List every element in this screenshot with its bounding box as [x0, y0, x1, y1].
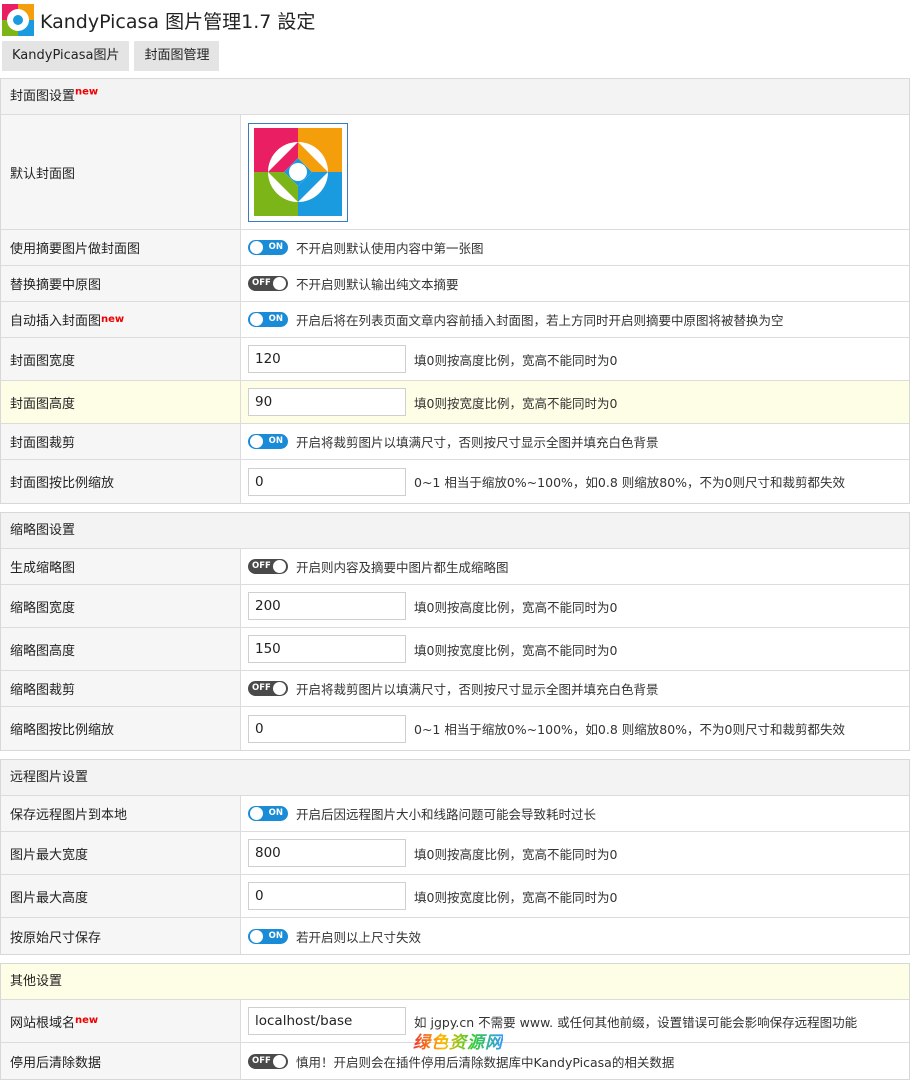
use-excerpt-row: 使用摘要图片做封面图 ON 不开启则默认使用内容中第一张图: [1, 230, 909, 266]
setting-label: 封面图裁剪: [1, 424, 241, 459]
setting-label: 封面图按比例缩放: [1, 460, 241, 503]
setting-label: 缩略图裁剪: [1, 671, 241, 706]
thumb-width-row: 缩略图宽度 填0则按高度比例，宽高不能同时为0: [1, 585, 909, 628]
setting-label: 保存远程图片到本地: [1, 796, 241, 831]
thumb-crop-row: 缩略图裁剪 OFF 开启将裁剪图片以填满尺寸，否则按尺寸显示全图并填充白色背景: [1, 671, 909, 707]
cover-crop-row: 封面图裁剪 ON 开启将裁剪图片以填满尺寸，否则按尺寸显示全图并填充白色背景: [1, 424, 909, 460]
cover-height-row: 封面图高度 填0则按宽度比例，宽高不能同时为0: [1, 381, 909, 424]
use-excerpt-toggle[interactable]: ON: [248, 240, 288, 255]
cover-scale-input[interactable]: [248, 467, 406, 496]
max-height-input[interactable]: [248, 882, 406, 910]
thumb-height-row: 缩略图高度 填0则按宽度比例，宽高不能同时为0: [1, 628, 909, 671]
setting-label: 使用摘要图片做封面图: [1, 230, 241, 265]
thumb-scale-input[interactable]: [248, 714, 406, 743]
replace-excerpt-row: 替换摘要中原图 OFF 不开启则默认输出纯文本摘要: [1, 266, 909, 302]
auto-insert-row: 自动插入封面图 new ON 开启后将在列表页面文章内容前插入封面图，若上方同时开…: [1, 302, 909, 338]
tab-cover-management[interactable]: 封面图管理: [134, 41, 220, 71]
setting-label: 缩略图按比例缩放: [1, 707, 241, 750]
setting-label: 图片最大宽度: [1, 832, 241, 874]
generate-thumb-toggle[interactable]: OFF: [248, 559, 288, 574]
section-heading: 封面图设置new: [1, 79, 909, 115]
watermark-logo: 绿色资源网: [413, 1028, 503, 1053]
original-size-toggle[interactable]: ON: [248, 928, 288, 944]
cover-height-input[interactable]: [248, 388, 406, 416]
original-size-row: 按原始尺寸保存 ON 若开启则以上尺寸失效: [1, 918, 909, 954]
save-remote-toggle[interactable]: ON: [248, 806, 288, 821]
domain-input[interactable]: [248, 1007, 406, 1035]
tab-kandypicasa-images[interactable]: KandyPicasa图片: [2, 41, 130, 71]
setting-label: 封面图高度: [1, 381, 241, 423]
cover-width-row: 封面图宽度 填0则按高度比例，宽高不能同时为0: [1, 338, 909, 381]
clear-data-toggle[interactable]: OFF: [248, 1053, 288, 1069]
setting-label: 缩略图高度: [1, 628, 241, 670]
setting-label: 替换摘要中原图: [1, 266, 241, 301]
generate-thumb-row: 生成缩略图 OFF 开启则内容及摘要中图片都生成缩略图: [1, 549, 909, 585]
tab-bar: KandyPicasa图片 封面图管理: [0, 41, 910, 71]
setting-label: 停用后清除数据: [1, 1043, 241, 1079]
cover-scale-row: 封面图按比例缩放 0~1 相当于缩放0%~100%，如0.8 则缩放80%，不为…: [1, 460, 909, 503]
max-width-input[interactable]: [248, 839, 406, 867]
cover-settings-section: 封面图设置new 默认封面图 使用摘要图片做封面图 ON 不开启则默认使用内容中…: [0, 78, 910, 504]
max-width-row: 图片最大宽度 填0则按高度比例，宽高不能同时为0: [1, 832, 909, 875]
setting-label: 图片最大高度: [1, 875, 241, 917]
setting-label: 生成缩略图: [1, 549, 241, 584]
thumb-scale-row: 缩略图按比例缩放 0~1 相当于缩放0%~100%，如0.8 则缩放80%，不为…: [1, 707, 909, 750]
thumb-height-input[interactable]: [248, 635, 406, 663]
new-badge: new: [75, 86, 99, 98]
replace-excerpt-toggle[interactable]: OFF: [248, 276, 288, 291]
setting-label: 默认封面图: [1, 115, 241, 229]
default-cover-image[interactable]: [248, 122, 348, 222]
auto-insert-toggle[interactable]: ON: [248, 312, 288, 327]
section-heading: 远程图片设置: [1, 760, 909, 796]
setting-label: 自动插入封面图 new: [1, 302, 241, 337]
thumb-crop-toggle[interactable]: OFF: [248, 681, 288, 696]
section-heading: 缩略图设置: [1, 513, 909, 549]
max-height-row: 图片最大高度 填0则按宽度比例，宽高不能同时为0: [1, 875, 909, 918]
thumbnail-settings-section: 缩略图设置 生成缩略图 OFF 开启则内容及摘要中图片都生成缩略图 缩略图宽度 …: [0, 512, 910, 751]
cover-crop-toggle[interactable]: ON: [248, 434, 288, 449]
picasa-cover-icon: [254, 128, 342, 216]
thumb-width-input[interactable]: [248, 592, 406, 620]
page-title: KandyPicasa 图片管理1.7 設定: [40, 10, 316, 33]
save-remote-row: 保存远程图片到本地 ON 开启后因远程图片大小和线路问题可能会导致耗时过长: [1, 796, 909, 832]
page-header: KandyPicasa 图片管理1.7 設定: [0, 0, 910, 40]
section-heading: 其他设置: [1, 964, 909, 1000]
setting-label: 缩略图宽度: [1, 585, 241, 627]
setting-label: 封面图宽度: [1, 338, 241, 380]
cover-width-input[interactable]: [248, 345, 406, 373]
remote-settings-section: 远程图片设置 保存远程图片到本地 ON 开启后因远程图片大小和线路问题可能会导致…: [0, 759, 910, 955]
other-settings-section: 其他设置 网站根域名new 如 jgpy.cn 不需要 www. 或任何其他前缀…: [0, 963, 910, 1080]
setting-label: 网站根域名 new: [1, 1000, 241, 1042]
settings-panel: 封面图设置new 默认封面图 使用摘要图片做封面图 ON 不开启则默认使用内容中…: [0, 78, 910, 1080]
default-cover-row: 默认封面图: [1, 115, 909, 230]
picasa-logo-icon: [2, 4, 34, 36]
setting-label: 按原始尺寸保存: [1, 918, 241, 954]
